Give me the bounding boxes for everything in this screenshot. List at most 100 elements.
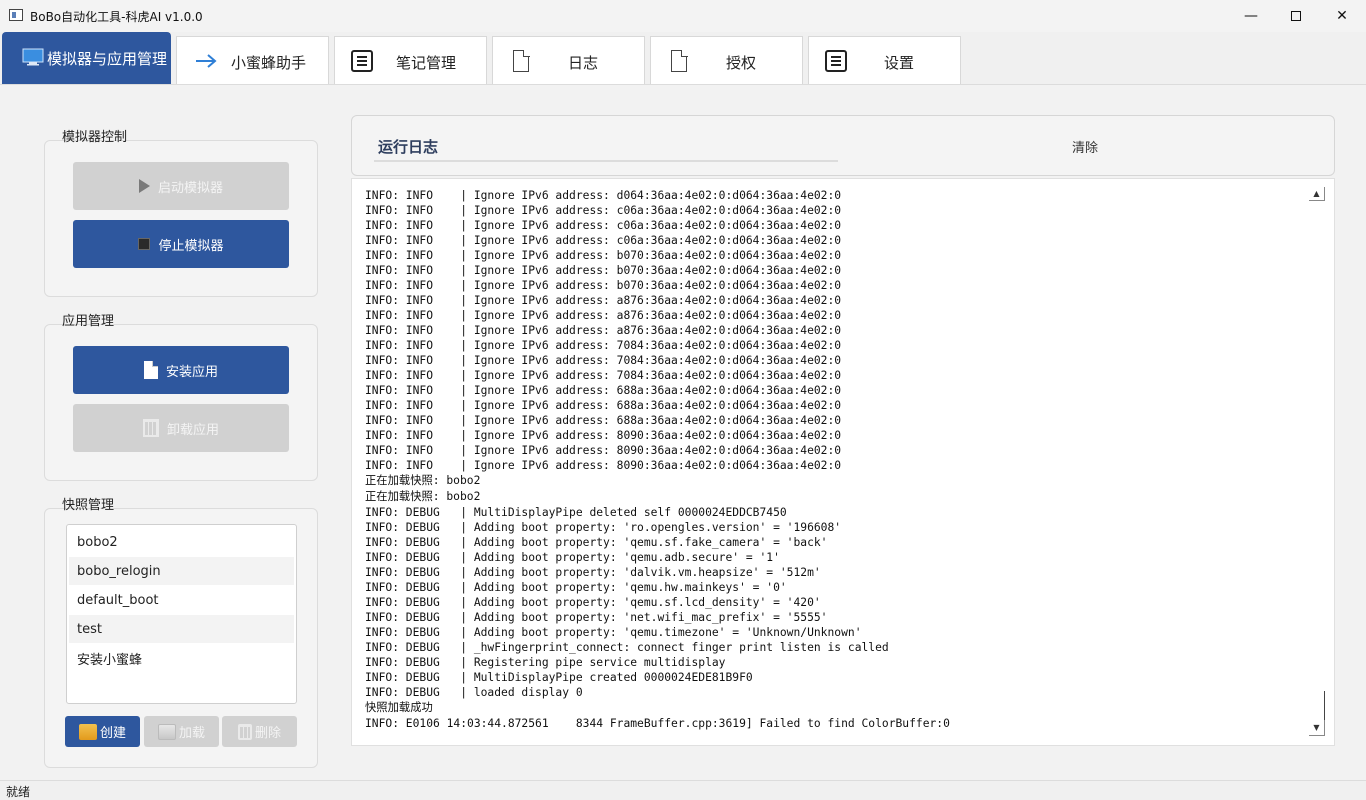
- log-line: 快照加载成功: [365, 701, 433, 714]
- delete-snapshot-label: 删除: [254, 726, 281, 741]
- log-line: INFO: INFO | Ignore IPv6 address: 688a:3…: [365, 399, 842, 412]
- log-lines: INFO: INFO | Ignore IPv6 address: d064:3…: [365, 179, 950, 731]
- log-line: INFO: DEBUG | Adding boot property: 'qem…: [365, 626, 862, 639]
- trash-icon: [237, 723, 252, 740]
- tab-logs[interactable]: 日志: [492, 36, 645, 84]
- tab-content: 模拟器控制 启动模拟器 停止模拟器 应用管理 安装应用 卸载应用 快照管理 bo…: [0, 84, 1366, 780]
- log-line: INFO: INFO | Ignore IPv6 address: 8090:3…: [365, 444, 842, 457]
- start-emulator-button[interactable]: 启动模拟器: [73, 162, 289, 210]
- folder-icon: [78, 723, 97, 740]
- stop-icon: [138, 238, 151, 250]
- log-line: INFO: DEBUG | Adding boot property: 'qem…: [365, 581, 787, 594]
- log-line: INFO: INFO | Ignore IPv6 address: 7084:3…: [365, 354, 842, 367]
- log-line: INFO: DEBUG | Adding boot property: 'ro.…: [365, 521, 842, 534]
- log-line: INFO: DEBUG | _hwFingerprint_connect: co…: [365, 641, 889, 654]
- log-line: INFO: INFO | Ignore IPv6 address: a876:3…: [365, 309, 842, 322]
- maximize-icon: [1291, 11, 1301, 21]
- page-icon: [143, 361, 158, 379]
- log-line: INFO: DEBUG | MultiDisplayPipe created 0…: [365, 671, 753, 684]
- stop-emulator-button[interactable]: 停止模拟器: [73, 220, 289, 268]
- install-app-button[interactable]: 安装应用: [73, 346, 289, 394]
- list-item[interactable]: 安装小蜜蜂: [69, 644, 294, 672]
- tab-bar: 模拟器与应用管理 小蜜蜂助手 笔记管理 日志 授权 设置: [0, 32, 1366, 84]
- app-management-title: 应用管理: [62, 314, 115, 329]
- log-line: INFO: DEBUG | Registering pipe service m…: [365, 656, 726, 669]
- list-item[interactable]: bobo2: [69, 528, 294, 556]
- window-title: BoBo自动化工具-科虎AI v1.0.0: [30, 10, 203, 24]
- tab-label: 日志: [568, 54, 599, 72]
- tab-label: 小蜜蜂助手: [231, 54, 307, 72]
- scroll-up-button[interactable]: ▲: [1309, 187, 1325, 201]
- load-snapshot-label: 加载: [178, 726, 205, 741]
- log-line: INFO: INFO | Ignore IPv6 address: 8090:3…: [365, 459, 842, 472]
- tab-emulator-app-management[interactable]: 模拟器与应用管理: [2, 32, 171, 84]
- log-line: INFO: INFO | Ignore IPv6 address: d064:3…: [365, 189, 842, 202]
- title-bar: BoBo自动化工具-科虎AI v1.0.0 — ✕: [0, 0, 1366, 32]
- install-app-label: 安装应用: [165, 364, 218, 380]
- log-line: INFO: INFO | Ignore IPv6 address: 8090:3…: [365, 429, 842, 442]
- log-line: INFO: INFO | Ignore IPv6 address: c06a:3…: [365, 204, 842, 217]
- uninstall-app-button[interactable]: 卸载应用: [73, 404, 289, 452]
- log-line: INFO: DEBUG | Adding boot property: 'qem…: [365, 596, 821, 609]
- tab-bee-assistant[interactable]: 小蜜蜂助手: [176, 36, 329, 84]
- create-snapshot-label: 创建: [99, 726, 126, 741]
- log-line: 正在加载快照: bobo2: [365, 490, 481, 503]
- log-line: INFO: INFO | Ignore IPv6 address: 688a:3…: [365, 414, 842, 427]
- log-line: INFO: DEBUG | Adding boot property: 'net…: [365, 611, 828, 624]
- uninstall-app-label: 卸载应用: [166, 422, 219, 438]
- app-icon: [9, 9, 23, 21]
- list-icon: [825, 50, 847, 72]
- log-title-underline: [374, 160, 838, 162]
- log-line: INFO: INFO | Ignore IPv6 address: 7084:3…: [365, 369, 842, 382]
- log-line: INFO: DEBUG | loaded display 0: [365, 686, 583, 699]
- log-line: INFO: E0106 14:03:44.872561 8344 FrameBu…: [365, 717, 950, 730]
- log-line: INFO: DEBUG | MultiDisplayPipe deleted s…: [365, 506, 787, 519]
- log-line-partial: [365, 179, 950, 188]
- log-line: INFO: INFO | Ignore IPv6 address: 688a:3…: [365, 384, 842, 397]
- load-snapshot-button[interactable]: 加载: [144, 716, 219, 747]
- log-line: INFO: INFO | Ignore IPv6 address: b070:3…: [365, 249, 842, 262]
- log-line: INFO: INFO | Ignore IPv6 address: c06a:3…: [365, 234, 842, 247]
- start-emulator-label: 启动模拟器: [157, 180, 223, 196]
- log-line: INFO: INFO | Ignore IPv6 address: a876:3…: [365, 324, 842, 337]
- close-button[interactable]: ✕: [1319, 0, 1365, 32]
- log-line: INFO: DEBUG | Adding boot property: 'qem…: [365, 551, 780, 564]
- arrow-right-icon: [196, 54, 217, 68]
- trash-icon: [142, 419, 159, 437]
- scroll-down-button[interactable]: ▼: [1309, 720, 1325, 736]
- tab-label: 授权: [726, 54, 757, 72]
- document-icon: [513, 49, 530, 72]
- play-icon: [138, 179, 150, 193]
- log-output[interactable]: INFO: INFO | Ignore IPv6 address: d064:3…: [351, 178, 1335, 746]
- list-item[interactable]: bobo_relogin: [69, 557, 294, 585]
- status-text: 就绪: [6, 785, 31, 799]
- tab-authorization[interactable]: 授权: [650, 36, 803, 84]
- tab-label: 笔记管理: [396, 54, 457, 72]
- list-item[interactable]: test: [69, 615, 294, 643]
- log-line: INFO: INFO | Ignore IPv6 address: b070:3…: [365, 264, 842, 277]
- tab-settings[interactable]: 设置: [808, 36, 961, 84]
- log-line: INFO: INFO | Ignore IPv6 address: b070:3…: [365, 279, 842, 292]
- log-line: INFO: INFO | Ignore IPv6 address: c06a:3…: [365, 219, 842, 232]
- snapshot-list[interactable]: bobo2 bobo_relogin default_boot test 安装小…: [66, 524, 297, 704]
- maximize-button[interactable]: [1273, 0, 1319, 32]
- create-snapshot-button[interactable]: 创建: [65, 716, 140, 747]
- minimize-button[interactable]: —: [1228, 0, 1274, 32]
- log-line: INFO: INFO | Ignore IPv6 address: a876:3…: [365, 294, 842, 307]
- monitor-icon: [22, 48, 44, 66]
- log-line: INFO: DEBUG | Adding boot property: 'qem…: [365, 536, 828, 549]
- log-line: INFO: INFO | Ignore IPv6 address: 7084:3…: [365, 339, 842, 352]
- status-bar: 就绪: [0, 780, 1366, 800]
- document-icon: [671, 49, 688, 72]
- clear-log-button[interactable]: 清除: [1072, 137, 1098, 156]
- list-item[interactable]: default_boot: [69, 586, 294, 614]
- log-line: INFO: DEBUG | Adding boot property: 'dal…: [365, 566, 821, 579]
- folder-icon: [157, 723, 176, 740]
- tab-label: 模拟器与应用管理: [47, 50, 168, 68]
- tab-notes-management[interactable]: 笔记管理: [334, 36, 487, 84]
- stop-emulator-label: 停止模拟器: [158, 238, 224, 254]
- list-icon: [351, 50, 373, 72]
- snapshot-management-title: 快照管理: [62, 498, 115, 513]
- log-header: 运行日志 清除: [351, 115, 1335, 176]
- delete-snapshot-button[interactable]: 删除: [222, 716, 297, 747]
